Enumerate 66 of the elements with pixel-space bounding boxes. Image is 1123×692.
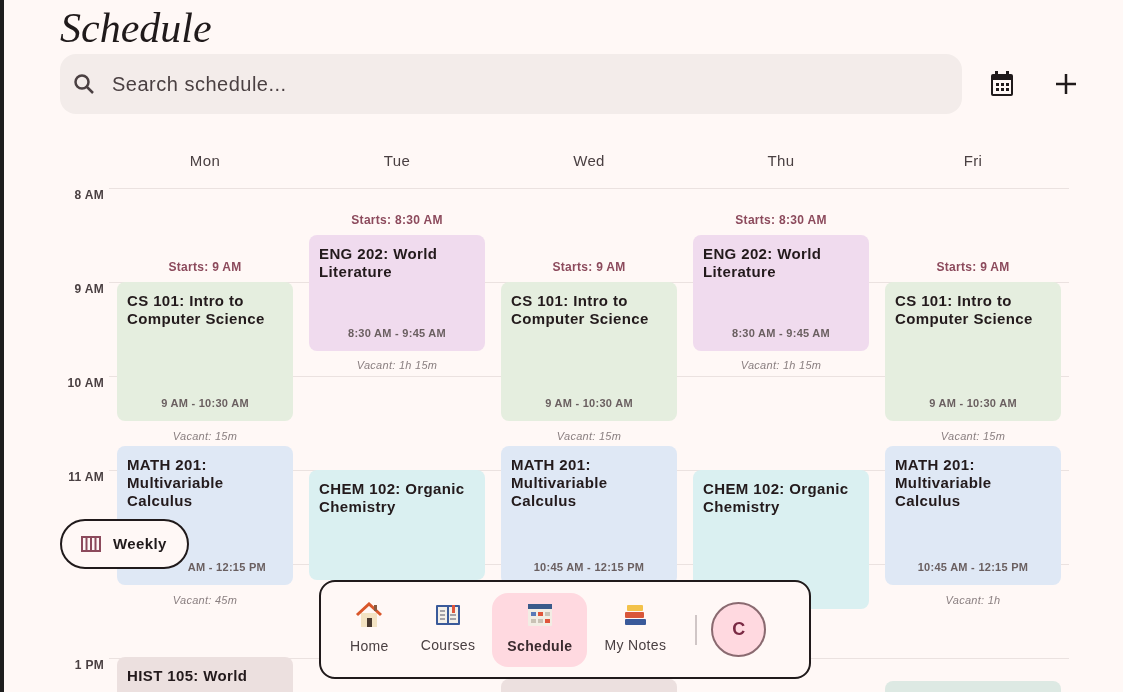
day-header: Fri [963, 151, 983, 171]
plus-icon [1055, 73, 1077, 95]
class-title: HIST 105: World [127, 667, 249, 685]
vacant-gap-label: Vacant: 15m [939, 429, 1007, 444]
vacant-gap-label: Vacant: 1h 15m [739, 358, 823, 373]
class-title: CS 101: Intro to Computer Science [127, 292, 266, 328]
class-card[interactable]: ENG 202: World Literature 8:30 AM - 9:45 AM [309, 235, 485, 351]
hour-label: 11 AM [68, 470, 104, 484]
start-time-label: Starts: 9 AM [167, 259, 243, 275]
start-time-label: Starts: 9 AM [551, 259, 627, 275]
vacant-gap-label: Vacant: 15m [171, 429, 239, 444]
class-title: CS 101: Intro to Computer Science [895, 292, 1034, 328]
class-title: CHEM 102: Organic Chemistry [319, 480, 466, 516]
house-icon [355, 602, 384, 628]
hour-label: 9 AM [74, 282, 104, 296]
nav-item[interactable]: My Notes [589, 592, 682, 667]
class-time: 9 AM - 10:30 AM [544, 395, 634, 411]
calendar-grid-icon [526, 602, 553, 628]
class-title: CS 101: Intro to Computer Science [511, 292, 650, 328]
book-icon [435, 603, 462, 627]
vacant-gap-label: Vacant: 15m [555, 429, 623, 444]
start-time-label: Starts: 8:30 AM [734, 212, 828, 228]
class-title: ENG 202: World Literature [319, 245, 439, 281]
class-time: 8:30 AM - 9:45 AM [731, 325, 831, 341]
class-time: AM - 12:15 PM [186, 559, 267, 575]
nav-item[interactable]: Home [335, 592, 404, 667]
vacant-gap-label: Vacant: 1h 15m [355, 358, 439, 373]
vacant-gap-label: Vacant: 1h [944, 593, 1002, 608]
search-field[interactable]: Search schedule... [112, 69, 950, 99]
start-time-label: Starts: 9 AM [935, 259, 1011, 275]
day-header: Mon [189, 151, 221, 171]
search-icon [72, 72, 96, 96]
avatar[interactable]: C [711, 602, 767, 657]
calendar-icon [990, 71, 1014, 97]
nav-item[interactable]: Schedule [492, 592, 588, 667]
nav-item[interactable]: Courses [405, 592, 491, 667]
hour-label: 8 AM [74, 188, 104, 202]
class-card[interactable]: MATH 201: Multivariable Calculus 10:45 AM - 12:15 PM [885, 446, 1061, 585]
class-title: MATH 201: Multivariable Calculus [127, 456, 225, 510]
class-title: MATH 201: Multivariable Calculus [511, 456, 609, 510]
start-time-label: Starts: 8:30 AM [350, 212, 444, 228]
class-card[interactable]: CS 101: Intro to Computer Science 9 AM - 10:30 AM [885, 282, 1061, 421]
hour-label: 1 PM [74, 658, 104, 672]
day-header: Tue [383, 151, 411, 171]
day-header: Wed [573, 151, 605, 171]
class-card[interactable]: ENG 202: World Literature 8:30 AM - 9:45 AM [693, 235, 869, 351]
class-card[interactable]: CS 101: Intro to Computer Science 9 AM - 10:30 AM [117, 282, 293, 421]
class-title: CHEM 102: Organic Chemistry [703, 480, 850, 516]
class-card[interactable]: CS 101: Intro to Computer Science 9 AM - 10:30 AM [501, 282, 677, 421]
day-header: Thu [767, 151, 795, 171]
class-card[interactable]: CHEM 102: Organic Chemistry [309, 470, 485, 580]
hour-label: 10 AM [67, 376, 104, 390]
books-stack-icon [623, 603, 648, 627]
columns-icon [81, 536, 101, 552]
class-time: 8:30 AM - 9:45 AM [347, 325, 447, 341]
class-time: 10:45 AM - 12:15 PM [916, 559, 1030, 575]
class-title: MATH 201: Multivariable Calculus [895, 456, 993, 510]
class-time: 9 AM - 10:30 AM [160, 395, 250, 411]
class-time: 10:45 AM - 12:15 PM [532, 559, 646, 575]
search-bar[interactable]: Search schedule... [60, 54, 962, 114]
class-time: 9 AM - 10:30 AM [928, 395, 1018, 411]
class-title: ENG 202: World Literature [703, 245, 823, 281]
view-mode-menu[interactable]: Weekly [60, 519, 189, 569]
page-title: Schedule [60, 4, 213, 53]
class-card[interactable]: HIST 105: World [117, 657, 293, 692]
vacant-gap-label: Vacant: 45m [171, 593, 239, 608]
